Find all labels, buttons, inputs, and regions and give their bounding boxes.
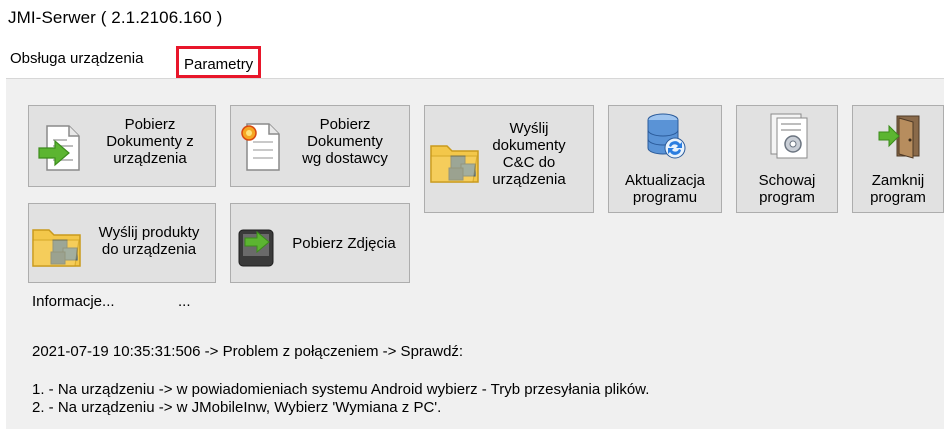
tab-obsluga-urzadzenia[interactable]: Obsługa urządzenia	[10, 50, 143, 67]
pobierz-zdjecia-button[interactable]: Pobierz Zdjęcia	[230, 203, 410, 283]
document-gear-icon	[770, 113, 808, 159]
zamknij-label: Zamknij program	[870, 172, 926, 206]
hint-line-2: 2. - Na urządzeniu -> w JMobileInw, Wybi…	[32, 399, 442, 416]
pobierz-dokumenty-label: Pobierz Dokumenty z urządzenia	[106, 116, 194, 167]
folder-boxes-icon	[32, 229, 81, 267]
pobierz-zdjecia-label: Pobierz Zdjęcia	[292, 235, 396, 252]
status-line: 2021-07-19 10:35:31:506 -> Problem z poł…	[32, 343, 464, 360]
wyslij-produkty-button[interactable]: Wyślij produkty do urządzenia	[28, 203, 216, 283]
schowaj-button[interactable]: Schowaj program	[736, 105, 838, 213]
aktualizacja-button[interactable]: Aktualizacja programu	[608, 105, 722, 213]
database-sync-icon	[647, 113, 686, 159]
pobierz-dostawcy-label: Pobierz Dokumenty wg dostawcy	[302, 116, 388, 167]
document-arrow-in-icon	[38, 125, 80, 171]
pobierz-dokumenty-button[interactable]: Pobierz Dokumenty z urządzenia	[28, 105, 216, 187]
document-sun-icon	[241, 123, 280, 171]
zamknij-button[interactable]: Zamknij program	[852, 105, 944, 213]
folder-boxes-icon	[430, 145, 479, 183]
hint-line-1: 1. - Na urządzeniu -> w powiadomieniach …	[32, 381, 650, 398]
title-bar: JMI-Serwer ( 2.1.2106.160 )	[0, 0, 944, 40]
wyslij-dokumenty-button[interactable]: Wyślij dokumenty C&C do urządzenia	[424, 105, 594, 213]
tab-strip: Obsługa urządzenia Parametry	[0, 40, 944, 80]
pobierz-dostawcy-button[interactable]: Pobierz Dokumenty wg dostawcy	[230, 105, 410, 187]
schowaj-label: Schowaj program	[758, 172, 816, 206]
info-dots: ...	[178, 293, 191, 310]
door-exit-icon	[878, 115, 920, 159]
wyslij-dokumenty-label: Wyślij dokumenty C&C do urządzenia	[492, 120, 566, 188]
wyslij-produkty-label: Wyślij produkty do urządzenia	[98, 224, 200, 258]
info-label: Informacje...	[32, 293, 115, 310]
tab-parametry[interactable]: Parametry	[176, 46, 262, 78]
aktualizacja-label: Aktualizacja programu	[624, 172, 706, 206]
device-arrow-icon	[238, 229, 274, 267]
tab-panel: Pobierz Dokumenty z urządzenia Pobierz D…	[6, 78, 944, 429]
window-title: JMI-Serwer ( 2.1.2106.160 )	[8, 8, 223, 27]
